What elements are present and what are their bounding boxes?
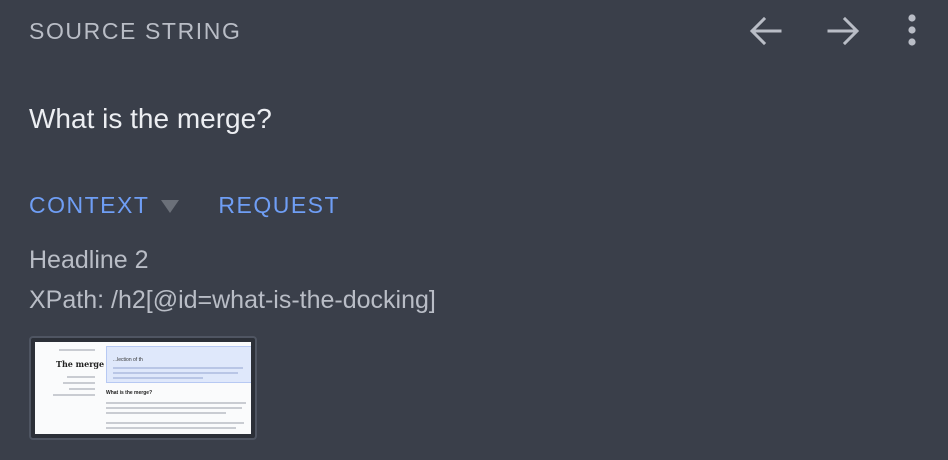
source-string-text: What is the merge? <box>29 103 272 134</box>
tab-request[interactable]: REQUEST <box>218 192 340 219</box>
thumb-page-title: The merge <box>56 359 105 369</box>
more-vertical-icon <box>908 14 916 46</box>
caret-down-icon[interactable] <box>161 200 180 213</box>
arrow-right-icon <box>827 16 860 46</box>
thumb-panel-heading: ...lection of th <box>113 357 143 363</box>
info-tabs: CONTEXT REQUEST <box>29 192 340 219</box>
source-string-header: SOURCE STRING <box>29 14 948 48</box>
context-element-type: Headline 2 <box>29 246 149 274</box>
context-xpath: XPath: /h2[@id=what-is-the-docking] <box>29 286 436 314</box>
screenshot-image: The merge ...lection of th What is the m… <box>35 342 251 434</box>
context-screenshot-thumbnail[interactable]: The merge ...lection of th What is the m… <box>29 336 257 440</box>
previous-string-button[interactable] <box>744 14 788 48</box>
more-options-button[interactable] <box>900 14 924 48</box>
arrow-left-icon <box>749 16 782 46</box>
section-title: SOURCE STRING <box>29 18 242 44</box>
next-string-button[interactable] <box>821 14 865 48</box>
header-actions <box>744 14 924 48</box>
thumb-highlight-panel: ...lection of th <box>106 346 251 383</box>
tab-context[interactable]: CONTEXT <box>29 192 149 219</box>
thumb-body-heading: What is the merge? <box>106 390 153 396</box>
